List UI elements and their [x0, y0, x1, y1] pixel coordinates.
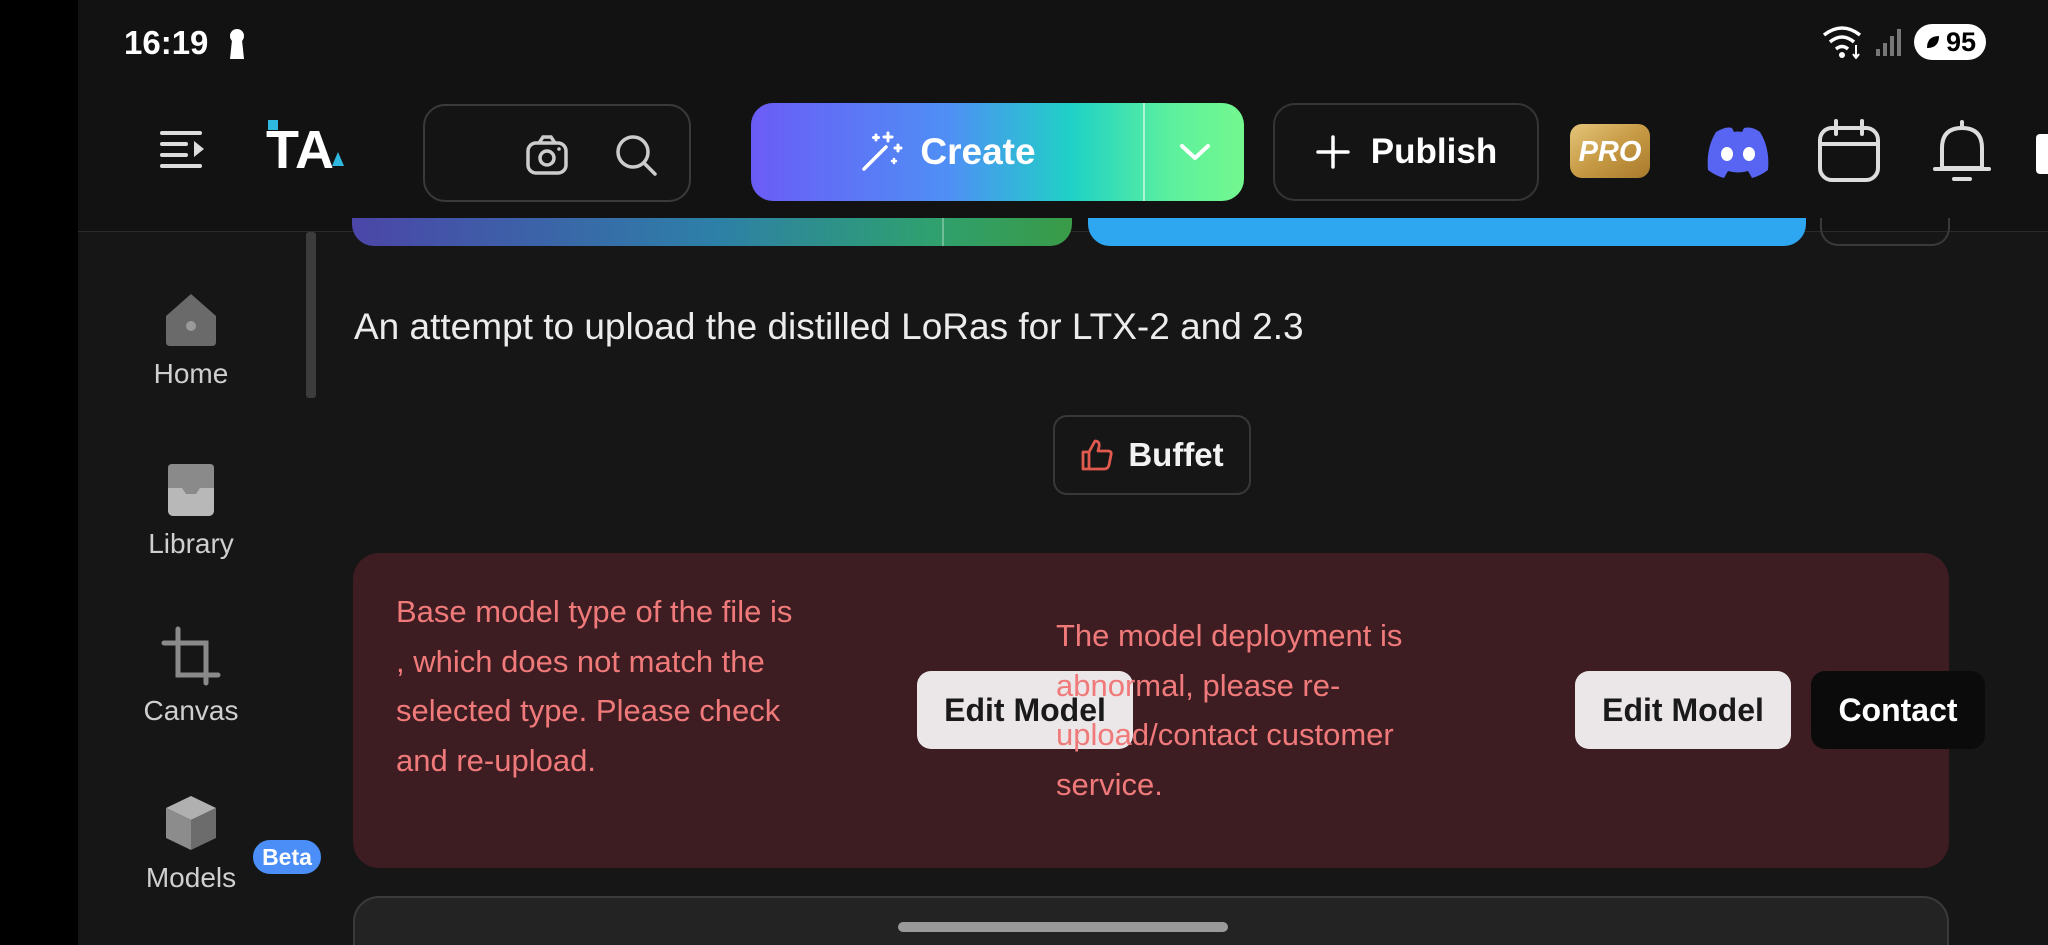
svg-text:PRO: PRO [1579, 136, 1642, 168]
publish-button[interactable]: Publish [1273, 103, 1539, 201]
battery-level: 95 [1945, 26, 1976, 57]
tensor-art-logo[interactable]: TA [266, 116, 362, 172]
blue-action-button[interactable] [1088, 218, 1806, 246]
menu-icon[interactable] [158, 127, 208, 171]
error-message-base-model: Base model type of the file is , which d… [396, 594, 793, 778]
models-icon [166, 796, 216, 850]
magic-wand-icon [862, 131, 903, 171]
svg-text:TA: TA [266, 120, 334, 172]
search-box[interactable] [423, 104, 691, 202]
buffet-label: Buffet [1128, 436, 1224, 473]
sidebar-scrollbar[interactable] [306, 232, 316, 398]
model-description: An attempt to upload the distilled LoRas… [354, 306, 1304, 347]
battery-indicator: 95 [1913, 24, 1986, 60]
sidebar-item-canvas[interactable]: Canvas [78, 625, 304, 727]
sidebar: Home Library Canvas Models Beta [78, 232, 323, 945]
create-dropdown-button[interactable] [1145, 103, 1244, 201]
device-bezel [0, 0, 78, 945]
home-indicator[interactable] [898, 922, 1228, 932]
pro-badge[interactable]: PRO [1570, 124, 1650, 178]
sidebar-item-home[interactable]: Home [78, 288, 304, 390]
plus-icon [1316, 135, 1350, 169]
sidebar-item-label: Library [148, 528, 234, 559]
create-button-group: Create [751, 103, 1244, 201]
contact-button[interactable]: Contact [1811, 671, 1985, 749]
sidebar-item-label: Home [153, 358, 229, 389]
create-button[interactable]: Create [751, 103, 1143, 201]
status-bar: 16:19 95 [78, 0, 2048, 74]
error-message-deployment: The model deployment is abnormal, please… [1056, 618, 1403, 802]
discord-icon[interactable] [1702, 124, 1774, 180]
create-label: Create [920, 131, 1036, 172]
status-time: 16:19 [124, 24, 209, 61]
notification-bell-icon[interactable] [1930, 116, 1994, 186]
calendar-icon[interactable] [1816, 118, 1882, 184]
beta-badge: Beta [251, 838, 323, 876]
app-screen: 16:19 95 TA Create Publish PRO Home Libr… [78, 0, 2048, 945]
gradient-action-button[interactable] [352, 218, 1072, 246]
gradient-button-divider [942, 218, 944, 246]
overflow-edge [2036, 134, 2048, 174]
search-icon[interactable] [613, 132, 659, 178]
bottom-card [353, 896, 1949, 945]
image-search-icon[interactable] [525, 134, 569, 176]
error-panel: Base model type of the file is , which d… [353, 553, 1985, 868]
sidebar-item-label: Canvas [143, 695, 239, 726]
top-header: TA Create Publish PRO [78, 74, 2048, 232]
signal-icon [1875, 29, 1901, 56]
library-icon [168, 464, 214, 516]
sidebar-item-library[interactable]: Library [78, 458, 304, 560]
publish-label: Publish [1370, 132, 1498, 171]
chevron-down-icon [1179, 144, 1210, 160]
edit-model-button[interactable]: Edit Model [1575, 671, 1791, 749]
outline-action-button[interactable] [1820, 218, 1950, 246]
canvas-icon [161, 626, 221, 686]
wifi-icon [1822, 26, 1862, 59]
home-icon [166, 294, 216, 346]
status-icons: 95 [1822, 24, 1986, 60]
keyhole-icon [230, 29, 244, 59]
battery-saver-icon [1926, 36, 1939, 48]
thumbs-up-icon [1081, 439, 1113, 471]
buffet-button[interactable]: Buffet [1053, 415, 1251, 495]
